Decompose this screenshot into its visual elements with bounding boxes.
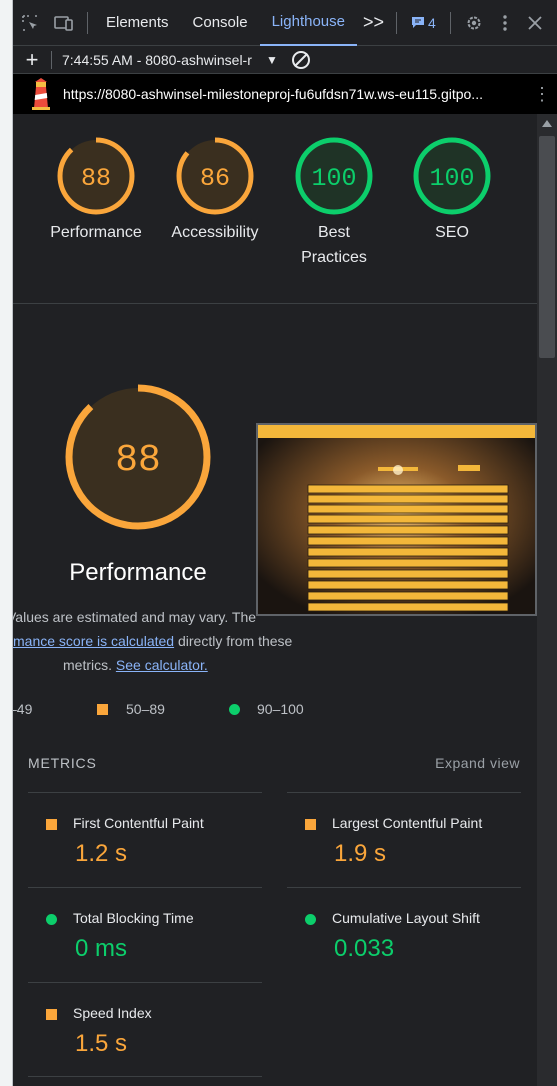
gauge-best-practices[interactable]: 100 Best Practices [274,136,394,270]
average-square-icon [46,1009,57,1020]
gauge-performance[interactable]: 88 Performance [36,136,156,245]
gauge-score-text: 88 [81,164,111,193]
toolbar-divider [396,11,398,34]
report-url-bar: https://8080-ashwinsel-milestoneproj-fu6… [13,74,557,114]
metric-largest-contentful-paint: Largest Contentful Paint 1.9 s [287,792,521,887]
pass-circle-icon [305,914,316,925]
legend-fail-range: –49 [13,701,33,717]
score-ring: 100 [413,137,491,215]
metric-name: Largest Contentful Paint [332,815,483,831]
score-ring: 88 [65,384,211,530]
score-ring: 86 [176,137,254,215]
legend-average-range: 50–89 [126,701,165,717]
gauge-seo[interactable]: 100 SEO [392,136,512,245]
score-legend: –49 50–89 90–100 [13,701,333,721]
devtools-window: Elements Console Lighthouse >> 4 + 7:44:… [0,0,557,1086]
metric-name: First Contentful Paint [73,815,204,831]
estimate-note: Values are estimated and may vary. The [13,609,257,625]
lighthouse-toolbar: + 7:44:55 AM - 8080-ashwinsel-r ▼ [13,46,557,74]
metrics-header: METRICS Expand view [28,755,520,771]
chevron-down-icon[interactable]: ▼ [266,53,278,67]
gauge-accessibility[interactable]: 86 Accessibility [155,136,275,245]
toolbar-divider [449,11,451,34]
metric-name: Cumulative Layout Shift [332,910,480,926]
customize-menu-icon[interactable] [491,0,519,46]
score-calculated-link[interactable]: mance score is calculated [13,633,174,649]
toolbar-divider [87,11,88,34]
report-selector[interactable]: 7:44:55 AM - 8080-ashwinsel-r [62,52,258,68]
device-toolbar-icon[interactable] [47,0,81,46]
score-ring: 100 [295,137,373,215]
estimate-note-line3: metrics. See calculator. [63,657,208,673]
gauge-label: SEO [435,224,469,241]
pass-circle-icon [229,704,240,715]
more-tabs-button[interactable]: >> [357,0,390,46]
inspect-element-icon[interactable] [13,0,47,46]
metric-first-contentful-paint: First Contentful Paint 1.2 s [28,792,262,887]
metric-speed-index: Speed Index 1.5 s [28,982,262,1077]
new-report-button[interactable]: + [13,47,51,73]
lighthouse-report: 88 Performance 86 Accessibility 100 Best… [13,114,537,1086]
metric-value: 0 ms [75,935,128,962]
average-square-icon [97,704,108,715]
vertical-scrollbar[interactable] [537,114,557,1086]
issues-badge[interactable]: 4 [403,15,444,31]
see-calculator-link[interactable]: See calculator. [116,657,208,673]
performance-gauge-large: 88 [43,382,233,532]
gauge-score-text: 100 [429,164,474,193]
page-edge [0,0,13,1086]
toolbar-divider [51,50,52,69]
gauge-label: Performance [50,224,142,241]
score-ring: 88 [57,137,135,215]
gauge-label: Best Practices [301,224,367,266]
settings-gear-icon[interactable] [457,0,491,46]
metric-name: Speed Index [73,1005,152,1021]
performance-title: Performance [69,559,207,586]
legend-pass-range: 90–100 [257,701,304,717]
issues-count: 4 [428,14,436,31]
close-icon[interactable] [519,0,551,46]
tab-elements[interactable]: Elements [94,0,181,46]
estimate-note-line2: mance score is calculated directly from … [13,633,293,649]
metric-value: 1.9 s [334,840,387,867]
metric-name: Total Blocking Time [73,910,194,926]
clear-reports-icon[interactable] [291,50,310,69]
lighthouse-logo-icon [27,78,55,110]
average-square-icon [46,819,57,830]
metric-total-blocking-time: Total Blocking Time 0 ms [28,887,262,982]
gauge-label: Accessibility [171,224,259,241]
expand-view-toggle[interactable]: Expand view [435,755,520,771]
pass-circle-icon [46,914,57,925]
metric-divider [28,1076,262,1077]
metric-value: 0.033 [334,935,395,962]
tab-console[interactable]: Console [181,0,260,46]
metric-value: 1.5 s [75,1030,128,1057]
gauge-score-text: 100 [311,164,356,193]
performance-score-text: 88 [115,439,161,482]
scroll-up-arrow-icon[interactable] [542,120,552,127]
average-square-icon [305,819,316,830]
metric-value: 1.2 s [75,840,128,867]
metric-cumulative-layout-shift: Cumulative Layout Shift 0.033 [287,887,521,982]
report-menu-icon[interactable]: ⋮ [527,84,557,105]
scrollbar-thumb[interactable] [539,136,555,358]
gauge-score-text: 86 [200,164,230,193]
metrics-heading: METRICS [28,755,97,771]
report-url[interactable]: https://8080-ashwinsel-milestoneproj-fu6… [63,86,527,102]
devtools-toolbar: Elements Console Lighthouse >> 4 [13,0,557,46]
score-gauges: 88 Performance 86 Accessibility 100 Best… [13,114,537,304]
message-icon [412,17,425,28]
tab-lighthouse[interactable]: Lighthouse [259,0,357,46]
final-screenshot-thumbnail[interactable] [256,423,537,616]
